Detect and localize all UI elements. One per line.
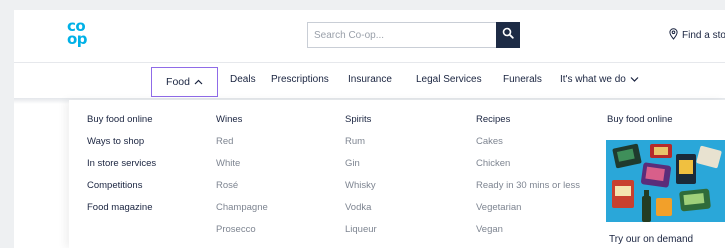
menu-link-white[interactable]: White [216,158,268,180]
find-a-store-link[interactable]: Find a sto [669,28,725,43]
menu-link-whisky[interactable]: Whisky [345,180,377,202]
main-nav: Food Deals Prescriptions Insurance Legal… [14,63,725,99]
menu-heading-recipes[interactable]: Recipes [476,114,580,136]
menu-link-chicken[interactable]: Chicken [476,158,580,180]
menu-link-vegetarian[interactable]: Vegetarian [476,202,580,224]
menu-link-ways-to-shop[interactable]: Ways to shop [87,136,156,158]
search-icon [502,26,514,44]
menu-link-cakes[interactable]: Cakes [476,136,580,158]
menu-link-prosecco[interactable]: Prosecco [216,224,268,246]
menu-link-buy-food-online[interactable]: Buy food online [87,114,156,136]
nav-item-insurance[interactable]: Insurance [348,74,392,85]
menu-heading-buy-food-online[interactable]: Buy food online [607,114,673,136]
menu-link-food-magazine[interactable]: Food magazine [87,202,156,224]
nav-item-food[interactable]: Food [151,67,218,97]
menu-link-champagne[interactable]: Champagne [216,202,268,224]
chevron-down-icon [630,74,639,85]
menu-column-promo: Buy food online [607,114,673,136]
search-bar [307,22,520,48]
menu-column-spirits: Spirits Rum Gin Whisky Vodka Liqueur [345,114,377,246]
menu-column-wines: Wines Red White Rosé Champagne Prosecco [216,114,268,246]
menu-link-liqueur[interactable]: Liqueur [345,224,377,246]
coop-logo[interactable]: co op [67,19,88,48]
chevron-up-icon [194,76,203,88]
promo-text[interactable]: Try our on demand [609,234,725,246]
menu-column-food: Buy food online Ways to shop In store se… [87,114,156,224]
nav-item-funerals[interactable]: Funerals [503,74,542,85]
nav-item-what-we-do[interactable]: It's what we do [560,74,639,85]
nav-item-legal-services[interactable]: Legal Services [416,74,482,85]
search-button[interactable] [496,22,520,48]
map-pin-icon [669,28,678,43]
find-a-store-label: Find a sto [682,30,725,41]
nav-item-prescriptions[interactable]: Prescriptions [271,74,329,85]
menu-link-vegan[interactable]: Vegan [476,224,580,246]
menu-link-gin[interactable]: Gin [345,158,377,180]
menu-heading-wines[interactable]: Wines [216,114,268,136]
logo-bottom: op [67,30,88,48]
promo-food-image[interactable] [606,140,725,222]
food-mega-menu: Buy food online Ways to shop In store se… [69,100,725,248]
menu-heading-spirits[interactable]: Spirits [345,114,377,136]
menu-column-recipes: Recipes Cakes Chicken Ready in 30 mins o… [476,114,580,246]
menu-link-competitions[interactable]: Competitions [87,180,156,202]
header: co op Find a sto [14,10,725,63]
page-frame: co op Find a sto [14,10,725,248]
menu-link-in-store-services[interactable]: In store services [87,158,156,180]
menu-link-vodka[interactable]: Vodka [345,202,377,224]
menu-link-red[interactable]: Red [216,136,268,158]
menu-link-rose[interactable]: Rosé [216,180,268,202]
menu-link-ready-in-30[interactable]: Ready in 30 mins or less [476,180,580,202]
nav-what-we-do-label: It's what we do [560,74,626,85]
nav-item-deals[interactable]: Deals [230,74,256,85]
search-input[interactable] [307,22,496,48]
menu-link-rum[interactable]: Rum [345,136,377,158]
nav-food-label: Food [166,76,190,88]
